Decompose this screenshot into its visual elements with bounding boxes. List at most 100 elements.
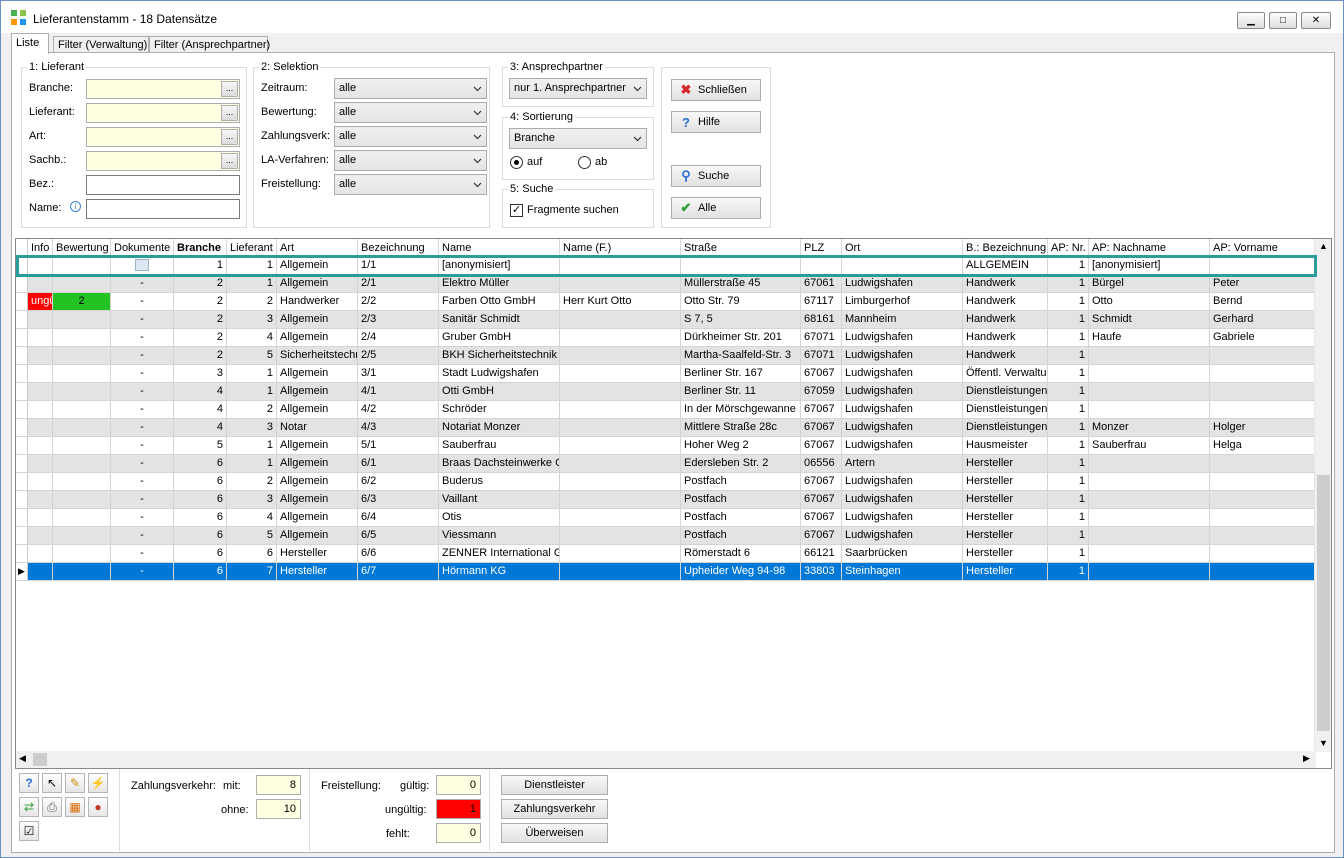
lieferant-browse-button[interactable]: ...	[221, 105, 238, 121]
column-header[interactable]: Branche	[174, 239, 227, 257]
table-row[interactable]: -6 4 Allgemein 6/4 Otis Postfach 67067 Ludwigsh…	[16, 509, 1316, 527]
fragmente-checkbox[interactable]: ✓	[510, 204, 523, 217]
help-icon[interactable]: ?	[19, 773, 39, 793]
freistellung-select[interactable]: alle	[334, 174, 487, 195]
tab-filter-ansprechpartner[interactable]: Filter (Ansprechpartner)	[149, 36, 270, 53]
row-header[interactable]	[16, 509, 28, 527]
table-row[interactable]: 1 1 Allgemein 1/1 [anonymisiert] ALLGEMEIN 1 [a…	[16, 257, 1316, 275]
row-header[interactable]	[16, 527, 28, 545]
row-header[interactable]	[16, 257, 28, 275]
pencil-icon[interactable]: ✎	[65, 773, 85, 793]
column-header[interactable]: B.: Bezeichnung	[963, 239, 1048, 257]
row-header[interactable]	[16, 401, 28, 419]
row-header[interactable]	[16, 329, 28, 347]
table-row[interactable]: ▶ -6 7 Hersteller 6/7 Hörmann KG Upheider Weg …	[16, 563, 1316, 581]
zahlungsverkehr-button[interactable]: Zahlungsverkehr	[501, 799, 608, 819]
minimize-button[interactable]: ▁	[1237, 12, 1265, 29]
scroll-left-icon[interactable]: ◀	[19, 753, 26, 764]
group-icon[interactable]: ●	[88, 797, 108, 817]
table-row[interactable]: -6 2 Allgemein 6/2 Buderus Postfach 67067 Ludwi…	[16, 473, 1316, 491]
alle-button[interactable]: ✔ Alle	[671, 197, 761, 219]
name-field[interactable]	[86, 199, 240, 219]
column-header[interactable]: AP: Nr.	[1048, 239, 1089, 257]
tab-liste[interactable]: Liste	[11, 33, 49, 54]
export-icon[interactable]: ▦	[65, 797, 85, 817]
row-header[interactable]	[16, 437, 28, 455]
branche-browse-button[interactable]: ...	[221, 81, 238, 97]
art-field[interactable]: ...	[86, 127, 240, 147]
vertical-scroll-thumb[interactable]	[1317, 475, 1330, 731]
row-header[interactable]	[16, 293, 28, 311]
sort-auf-radio[interactable]	[510, 156, 523, 169]
info-icon[interactable]: i	[70, 201, 81, 212]
zeitraum-select[interactable]: alle	[334, 78, 487, 99]
cursor-icon[interactable]: ↖	[42, 773, 62, 793]
table-row[interactable]: -2 4 Allgemein 2/4 Gruber GmbH Dürkheimer Str…	[16, 329, 1316, 347]
tab-filter-verwaltung[interactable]: Filter (Verwaltung)	[53, 36, 149, 53]
row-header[interactable]	[16, 383, 28, 401]
branche-field[interactable]: ...	[86, 79, 240, 99]
row-header[interactable]	[16, 365, 28, 383]
vertical-scrollbar[interactable]: ▲ ▼	[1314, 239, 1331, 752]
column-header[interactable]: Info	[28, 239, 53, 257]
row-header[interactable]	[16, 347, 28, 365]
column-header[interactable]: Name	[439, 239, 560, 257]
hilfe-button[interactable]: ? Hilfe	[671, 111, 761, 133]
table-row[interactable]: -2 3 Allgemein 2/3 Sanitär Schmidt S 7, 5 6816…	[16, 311, 1316, 329]
scroll-up-icon[interactable]: ▲	[1319, 241, 1328, 251]
table-row[interactable]: -4 3 Notar 4/3 Notariat Monzer Mittlere Straß…	[16, 419, 1316, 437]
sachb-browse-button[interactable]: ...	[221, 153, 238, 169]
column-header[interactable]: AP: Vorname	[1210, 239, 1316, 257]
suche-button[interactable]: ⚲ Suche	[671, 165, 761, 187]
art-browse-button[interactable]: ...	[221, 129, 238, 145]
lieferanten-grid[interactable]: Info Bewertung Dokumente Branche Lieferant Ar…	[15, 238, 1332, 769]
ueberweisen-button[interactable]: Überweisen	[501, 823, 608, 843]
scroll-down-icon[interactable]: ▼	[1319, 738, 1328, 748]
table-row[interactable]: -6 1 Allgemein 6/1 Braas Dachsteinwerke G Ede…	[16, 455, 1316, 473]
bez-field[interactable]	[86, 175, 240, 195]
table-row[interactable]: -5 1 Allgemein 5/1 Sauberfrau Hoher Weg 2 6706…	[16, 437, 1316, 455]
column-header[interactable]: Bezeichnung	[358, 239, 439, 257]
table-row[interactable]: -3 1 Allgemein 3/1 Stadt Ludwigshafen Berline…	[16, 365, 1316, 383]
ansprechpartner-select[interactable]: nur 1. Ansprechpartner	[509, 78, 647, 99]
document-icon[interactable]	[135, 259, 149, 271]
column-header[interactable]: Straße	[681, 239, 801, 257]
sortierung-select[interactable]: Branche	[509, 128, 647, 149]
row-header[interactable]	[16, 473, 28, 491]
column-header[interactable]: Name (F.)	[560, 239, 681, 257]
zahlungsverk-select[interactable]: alle	[334, 126, 487, 147]
row-header[interactable]	[16, 419, 28, 437]
column-header[interactable]: PLZ	[801, 239, 842, 257]
checkbox-icon[interactable]: ☑	[19, 821, 39, 841]
table-row[interactable]: -2 5 Sicherheitstechr 2/5 BKH Sicherheitstec…	[16, 347, 1316, 365]
sort-ab-radio[interactable]	[578, 156, 591, 169]
printer-icon[interactable]: ⎙	[42, 797, 62, 817]
table-row[interactable]: ungü2-22Handwerker2/2Farben Otto GmbHHer…	[16, 293, 1316, 311]
column-header[interactable]: Art	[277, 239, 358, 257]
column-header[interactable]: Ort	[842, 239, 963, 257]
row-header[interactable]	[16, 545, 28, 563]
table-row[interactable]: -4 1 Allgemein 4/1 Otti GmbH Berliner Str. 11…	[16, 383, 1316, 401]
scroll-right-icon[interactable]: ▶	[1303, 753, 1310, 764]
sachb-field[interactable]: ...	[86, 151, 240, 171]
column-header[interactable]: AP: Nachname	[1089, 239, 1210, 257]
table-row[interactable]: -6 6 Hersteller 6/6 ZENNER International G Rö…	[16, 545, 1316, 563]
table-row[interactable]: -6 3 Allgemein 6/3 Vaillant Postfach 67067 Ludw…	[16, 491, 1316, 509]
dienstleister-button[interactable]: Dienstleister	[501, 775, 608, 795]
horizontal-scroll-thumb[interactable]	[33, 753, 47, 766]
column-header[interactable]: Lieferant	[227, 239, 277, 257]
lightning-icon[interactable]: ⚡	[88, 773, 108, 793]
table-row[interactable]: -2 1 Allgemein 2/1 Elektro Müller Müllerstraß…	[16, 275, 1316, 293]
lieferant-field[interactable]: ...	[86, 103, 240, 123]
schliessen-button[interactable]: ✖ Schließen	[671, 79, 761, 101]
column-header[interactable]: Bewertung	[53, 239, 111, 257]
la-verfahren-select[interactable]: alle	[334, 150, 487, 171]
horizontal-scrollbar[interactable]: ◀ ▶	[16, 751, 1316, 768]
column-header[interactable]: Dokumente	[111, 239, 174, 257]
refresh-icon[interactable]: ⇄	[19, 797, 39, 817]
row-header[interactable]	[16, 491, 28, 509]
row-header[interactable]	[16, 275, 28, 293]
maximize-button[interactable]: □	[1269, 12, 1297, 29]
close-window-button[interactable]: ✕	[1301, 12, 1331, 29]
row-header[interactable]	[16, 311, 28, 329]
